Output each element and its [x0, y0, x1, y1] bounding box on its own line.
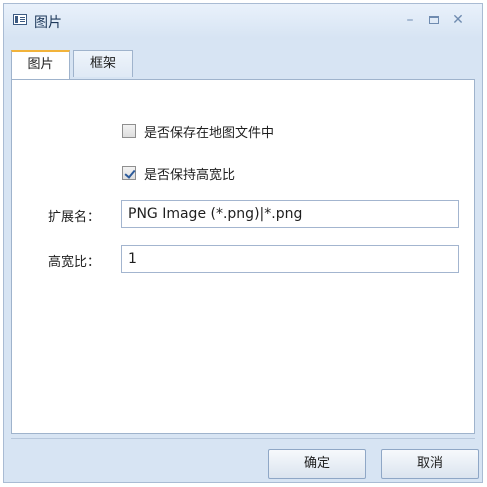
maximize-icon [429, 16, 439, 24]
window-title: 图片 [34, 15, 62, 31]
title-bar[interactable]: 图片 – ✕ [4, 4, 482, 38]
ratio-input[interactable]: 1 [121, 245, 459, 273]
ratio-label: 高宽比： [48, 255, 101, 270]
ok-button[interactable]: 确定 [268, 449, 366, 479]
minimize-icon: – [406, 12, 414, 28]
window-app-icon [13, 14, 27, 25]
keep-ratio-label: 是否保持高宽比 [144, 167, 236, 183]
tab-panel: 是否保存在地图文件中 是否保持高宽比 扩展名： PNG Image (*.png… [11, 79, 475, 434]
close-icon: ✕ [452, 12, 464, 28]
maximize-button[interactable] [424, 11, 444, 29]
tab-image[interactable]: 图片 [11, 50, 70, 79]
extension-label: 扩展名： [48, 210, 101, 225]
cancel-button[interactable]: 取消 [381, 449, 479, 479]
save-in-map-checkbox[interactable] [122, 124, 136, 138]
keep-ratio-option[interactable]: 是否保持高宽比 [122, 164, 236, 183]
keep-ratio-checkbox[interactable] [122, 166, 136, 180]
save-in-map-label: 是否保存在地图文件中 [144, 125, 275, 141]
tab-frame[interactable]: 框架 [73, 50, 133, 77]
footer-divider [11, 438, 475, 439]
dialog-window: 图片 – ✕ 图片 框架 是否保存在地图文件中 是否保持高宽比 扩展名： PNG… [3, 3, 483, 483]
save-in-map-option[interactable]: 是否保存在地图文件中 [122, 122, 275, 141]
close-button[interactable]: ✕ [448, 11, 468, 29]
extension-input[interactable]: PNG Image (*.png)|*.png [121, 200, 459, 228]
minimize-button[interactable]: – [400, 11, 420, 29]
